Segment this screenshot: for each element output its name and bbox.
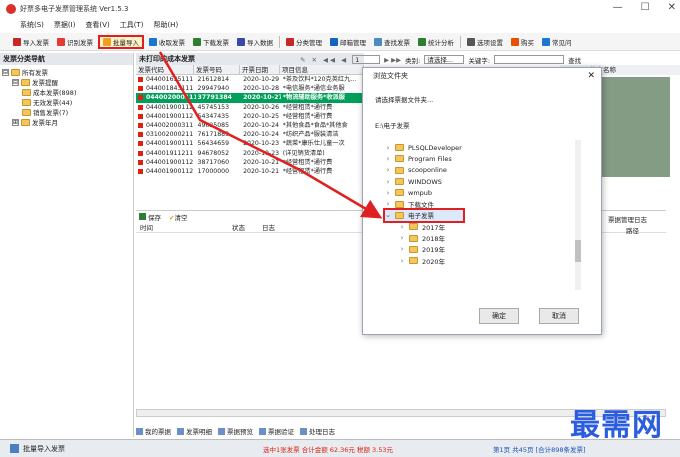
annotation-arrow [158,51,383,219]
watermark-text: 最需网 [570,408,663,443]
